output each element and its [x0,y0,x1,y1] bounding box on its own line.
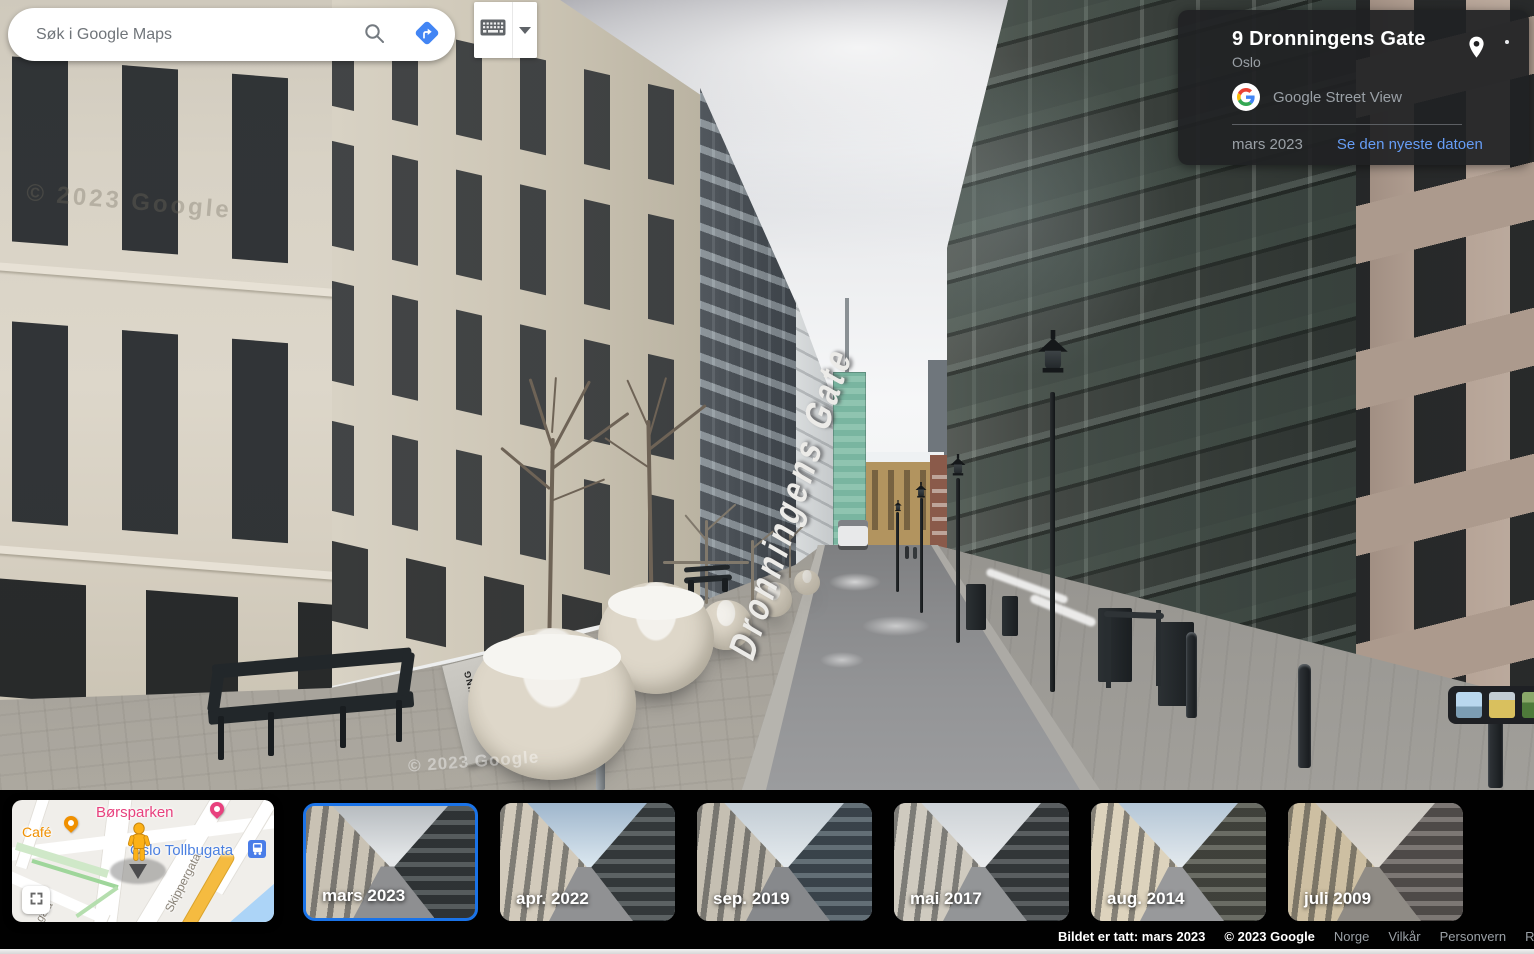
footer-attribution: Bildet er tatt: mars 2023 © 2023 Google … [1058,929,1534,944]
transit-icon [248,840,266,858]
timeline-thumbnail-apr-2022[interactable]: apr. 2022 [500,803,675,921]
directions-button[interactable] [399,8,455,61]
copyright: © 2023 Google [1224,929,1315,944]
card-divider [1232,124,1462,125]
show-on-map-button[interactable] [1468,36,1485,62]
place-pin-icon [1468,47,1485,62]
region-label: Norge [1334,929,1369,944]
street-view-app: © 2023 Google [0,0,1534,954]
screen-bottom-edge [0,949,1534,954]
expand-map-button[interactable] [22,886,50,914]
layer-thumbnail-grass [1522,692,1534,718]
timeline-thumbnail-juli-2009[interactable]: juli 2009 [1288,803,1463,921]
timeline-thumbnail-mai-2017[interactable]: mai 2017 [894,803,1069,921]
minimap[interactable]: Børsparken Café Oslo Tollbugata Skipperg… [12,800,274,922]
layer-thumbnail-field [1489,692,1515,718]
vertical-dots-icon [1505,40,1509,44]
privacy-link[interactable]: Personvern [1440,929,1506,944]
layer-thumbnail-sky [1456,692,1482,718]
minimap-label-cafe: Café [22,824,52,840]
fullscreen-icon [29,891,44,909]
timeline-thumbnail-aug-2014[interactable]: aug. 2014 [1091,803,1266,921]
left-foreground-building [0,0,332,740]
keyboard-control [474,2,537,58]
thumbnail-label: juli 2009 [1304,889,1371,909]
distant-van [838,520,868,550]
pedestrian [913,547,917,559]
stone-planter-small [794,570,820,595]
thumbnail-label: mai 2017 [910,889,982,909]
report-problem-link[interactable]: Rapporter et problem [1525,929,1534,944]
timeline-thumbnail-mars-2023[interactable]: mars 2023 [303,803,478,921]
search-button[interactable] [349,8,399,61]
imagery-layers-button[interactable] [1448,686,1534,724]
search-input[interactable] [34,25,349,45]
search-icon [362,21,386,48]
terms-link[interactable]: Vilkår [1388,929,1420,944]
water-area [229,883,274,922]
pedestrian [905,546,909,559]
capture-info: Bildet er tatt: mars 2023 [1058,929,1205,944]
capture-date: mars 2023 [1232,136,1303,153]
thumbnail-label: aug. 2014 [1107,889,1185,909]
keyboard-icon [480,19,506,41]
keyboard-options-button[interactable] [513,2,537,58]
cafe-pin-icon [61,813,81,833]
provider-name: Google Street View [1273,89,1402,106]
keyboard-toggle-button[interactable] [474,2,513,58]
place-info-card: 9 Dronningens Gate Oslo Google Street Vi… [1178,10,1529,165]
see-newest-date-link[interactable]: Se den nyeste datoen [1337,136,1483,153]
directions-icon [412,18,442,51]
more-options-button[interactable] [1503,38,1511,46]
timeline-thumbnail-sep-2019[interactable]: sep. 2019 [697,803,872,921]
minimap-label-park: Børsparken [96,804,174,821]
pegman-icon [126,822,152,871]
thumbnail-label: apr. 2022 [516,889,589,909]
pegman[interactable] [124,822,154,880]
thumbnail-label: sep. 2019 [713,889,790,909]
search-box [8,8,455,61]
google-logo [1232,83,1260,111]
provider-row: Google Street View [1232,83,1509,111]
chevron-down-icon [519,27,531,34]
thumbnail-label: mars 2023 [322,886,405,906]
